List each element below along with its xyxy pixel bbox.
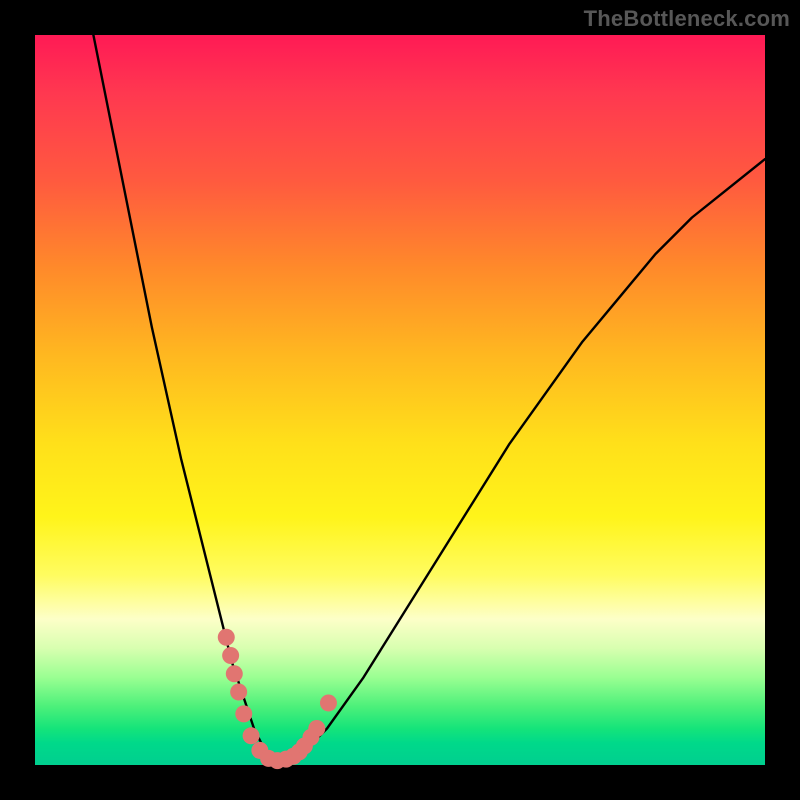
highlight-dot — [230, 684, 247, 701]
bottleneck-curve — [93, 35, 765, 761]
highlight-dot — [218, 629, 235, 646]
highlight-dot — [243, 727, 260, 744]
watermark-text: TheBottleneck.com — [584, 6, 790, 32]
highlight-dot — [222, 647, 239, 664]
highlight-dot — [226, 665, 243, 682]
chart-frame: TheBottleneck.com — [0, 0, 800, 800]
highlight-dots-group — [218, 629, 337, 769]
highlight-dot — [308, 720, 325, 737]
chart-svg — [35, 35, 765, 765]
highlight-dot — [235, 705, 252, 722]
highlight-dot — [320, 694, 337, 711]
